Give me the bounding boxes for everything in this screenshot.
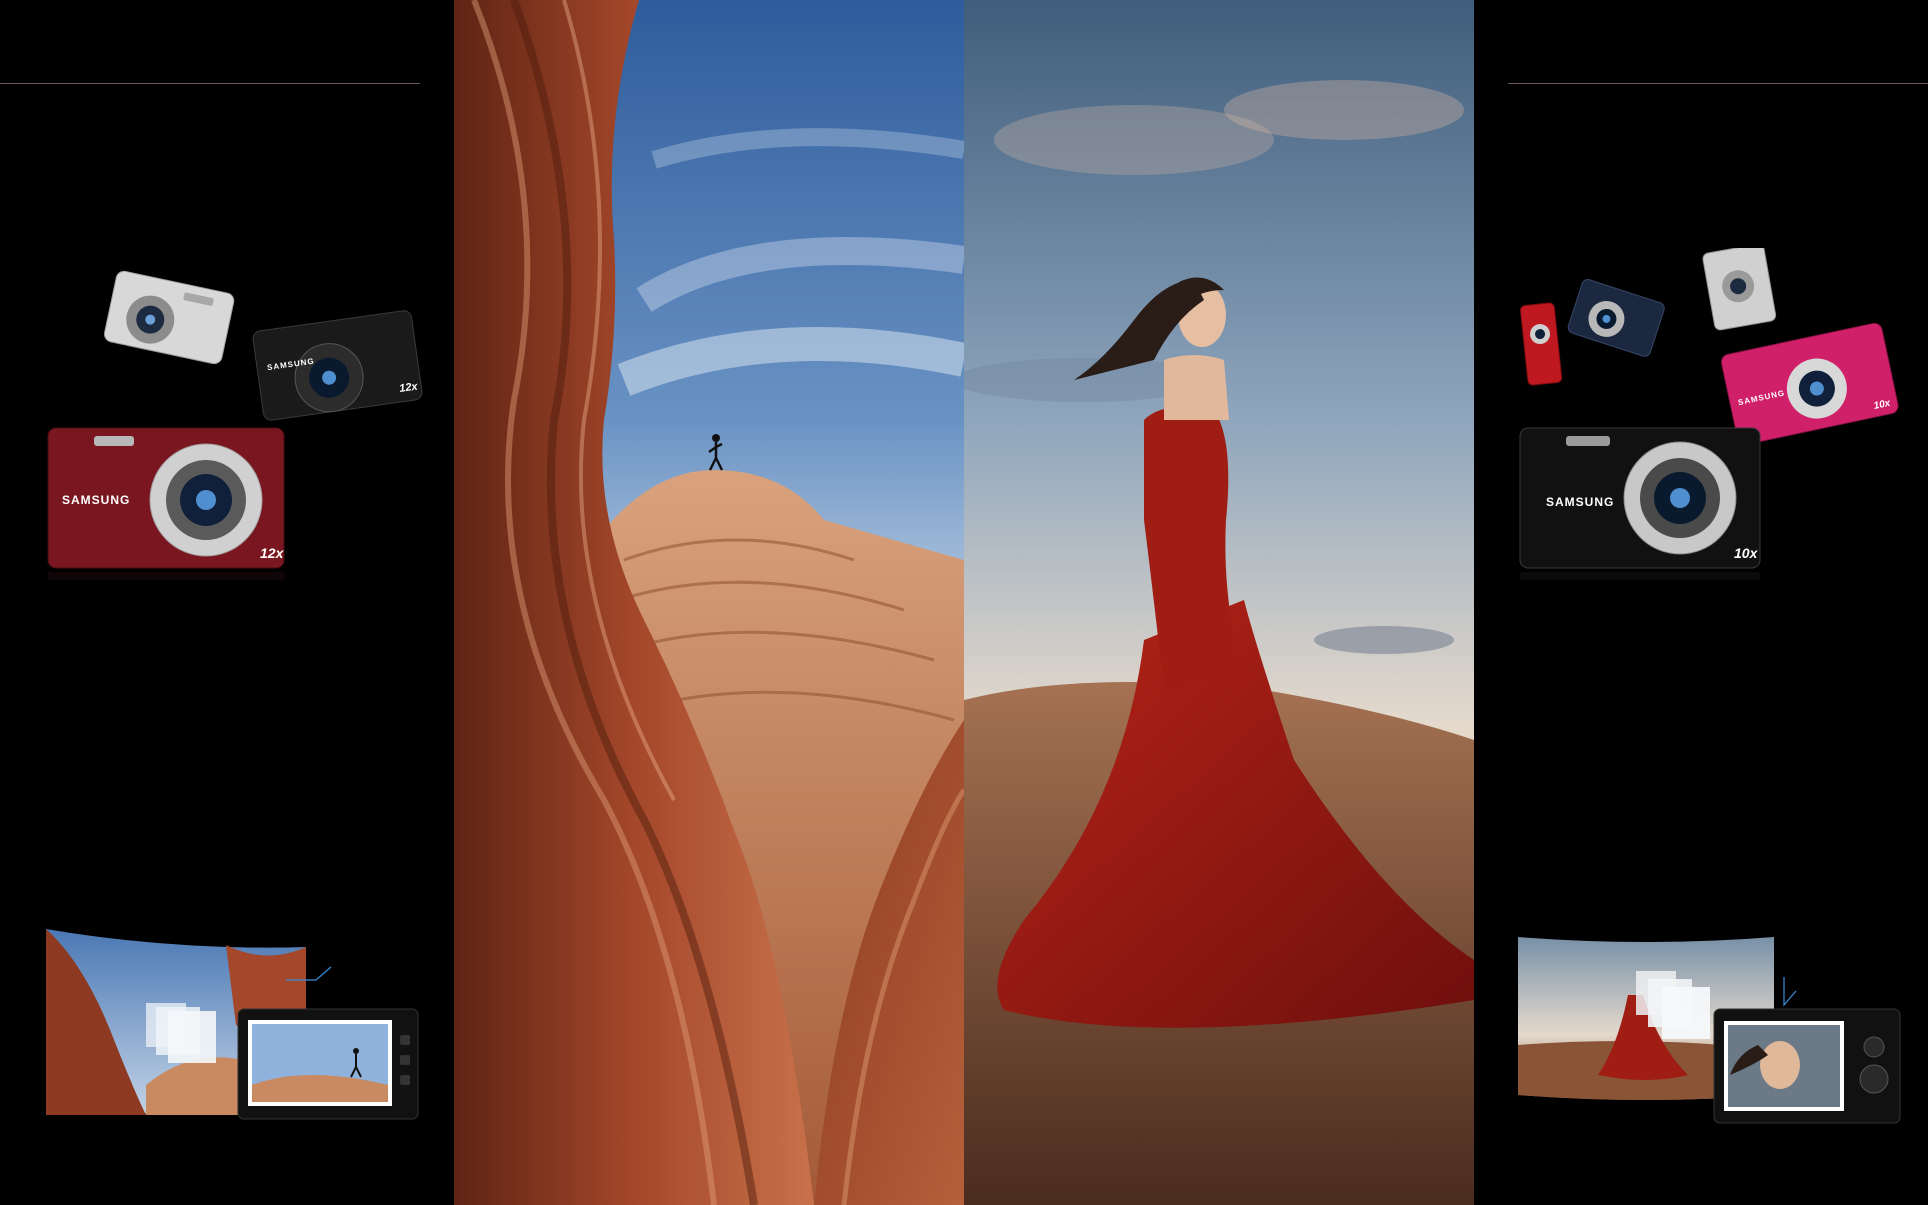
silver-camera-icon [1702,248,1777,331]
left-screen-preview [46,925,426,1125]
left-camera-zoom-badge: 12x [260,545,285,561]
left-camera-brand: SAMSUNG [62,493,130,507]
top-right-rule [1508,83,1928,84]
featured-black-camera-icon: SAMSUNG 10x [1519,427,1761,569]
right-camera-brand: SAMSUNG [1546,495,1614,509]
navy-camera-icon [1567,279,1665,357]
top-left-rule [0,83,420,84]
right-camera-zoom-badge: 10x [1734,545,1759,561]
canyon-photo [454,0,964,1205]
red-camera-icon [1519,302,1563,386]
left-camera-group: SAMSUNG 12x SAMSUNG 12x [40,260,430,580]
featured-red-camera-icon: SAMSUNG 12x [47,427,285,569]
desert-portrait-photo [964,0,1474,1205]
black-camera-icon: SAMSUNG 12x [252,310,423,421]
right-screen-preview [1518,935,1908,1135]
right-camera-group: SAMSUNG 10x SAMSUNG 10x [1512,248,1902,588]
pink-camera-icon: SAMSUNG 10x [1720,322,1899,446]
silver-camera-icon [103,270,235,365]
